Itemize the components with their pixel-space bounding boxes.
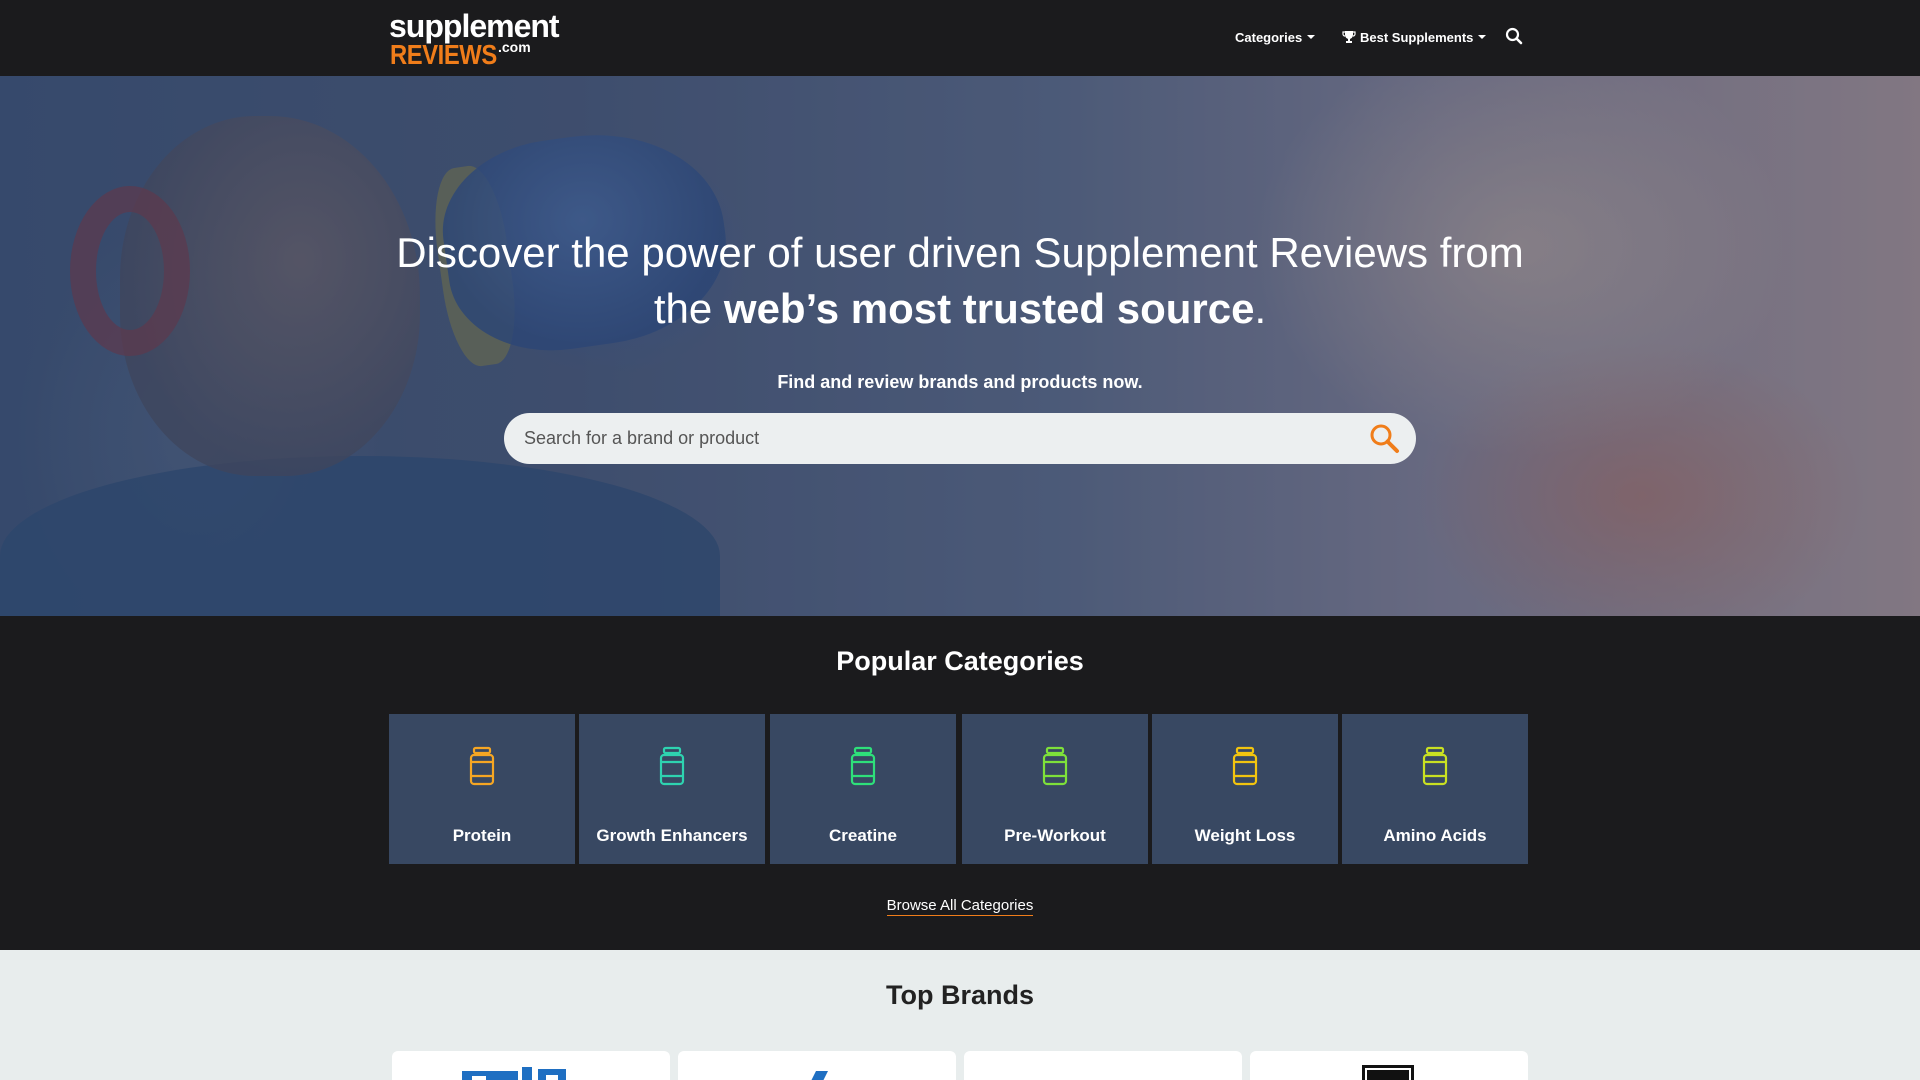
top-brands-section: Top Brands [0,950,1920,1080]
brand-logo-black [1362,1065,1414,1080]
logo-text-suffix: .com [498,39,531,55]
category-label: Amino Acids [1383,826,1487,845]
supplement-jar-icon [659,746,685,786]
top-navbar: supplement REVIEWS .com Categories Best … [0,0,1920,76]
brand-card[interactable] [392,1051,670,1080]
nav-categories-label: Categories [1235,29,1303,45]
category-tile-pre-workout[interactable]: Pre-Workout [962,714,1148,864]
category-label: Pre-Workout [1004,826,1106,845]
category-grid: Protein Growth Enhancers Creatine Pre-Wo… [389,714,1531,864]
supplement-jar-icon [850,746,876,786]
trophy-icon [1342,31,1356,43]
logo-text-secondary: REVIEWS [390,39,497,70]
brand-card[interactable] [1250,1051,1528,1080]
brand-logo-blue [462,1067,566,1080]
category-tile-amino-acids[interactable]: Amino Acids [1342,714,1528,864]
magnifier-icon[interactable] [1368,422,1402,456]
browse-all-wrapper: Browse All Categories [0,897,1920,916]
search-input[interactable] [524,413,1344,464]
hero-title: Discover the power of user driven Supple… [385,225,1535,337]
section-title: Popular Categories [836,646,1084,676]
hero-overlay [0,76,1920,616]
hero-subtitle: Find and review brands and products now. [777,372,1143,392]
category-label: Protein [452,826,512,845]
search-icon[interactable] [1505,27,1523,45]
category-tile-growth-enhancers[interactable]: Growth Enhancers [579,714,765,864]
category-label: Growth Enhancers [596,826,748,845]
hero-title-period: . [1254,285,1267,332]
category-tile-protein[interactable]: Protein [389,714,575,864]
section-title: Top Brands [886,980,1034,1010]
caret-down-icon [1307,35,1316,39]
hero-banner: Discover the power of user driven Supple… [0,76,1920,616]
supplement-jar-icon [1422,746,1448,786]
supplement-jar-icon [1232,746,1258,786]
browse-all-categories-link[interactable]: Browse All Categories [886,897,1034,916]
category-tile-weight-loss[interactable]: Weight Loss [1152,714,1338,864]
caret-down-icon [1478,35,1487,39]
nav-best-supplements-dropdown[interactable]: Best Supplements [1342,26,1487,48]
category-tile-creatine[interactable]: Creatine [770,714,956,864]
supplement-jar-icon [469,746,495,786]
brand-card[interactable] [964,1051,1242,1080]
supplement-jar-icon [1042,746,1068,786]
category-label: Weight Loss [1194,826,1296,845]
site-logo[interactable]: supplement REVIEWS .com [389,7,564,69]
hero-search-bar [504,413,1416,464]
nav-categories-dropdown[interactable]: Categories [1235,26,1316,48]
hero-title-emphasis: web’s most trusted source [723,285,1255,332]
brand-logo-slash [811,1071,828,1080]
popular-categories-section: Popular Categories Protein Growth Enhanc… [0,616,1920,950]
nav-best-supplements-label: Best Supplements [1360,29,1474,45]
category-label: Creatine [828,826,898,845]
brand-card[interactable] [678,1051,956,1080]
